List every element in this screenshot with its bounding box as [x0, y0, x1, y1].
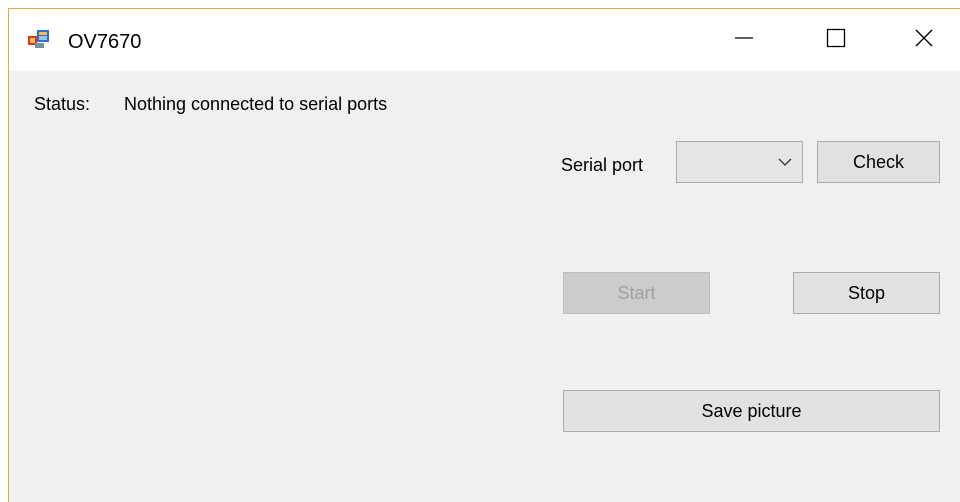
maximize-button[interactable]	[800, 9, 872, 71]
app-window: OV7670 Status: Nothing connected to seri…	[8, 8, 960, 502]
window-title: OV7670	[68, 31, 142, 53]
check-button[interactable]: Check	[817, 141, 940, 183]
status-text: Nothing connected to serial ports	[124, 94, 388, 114]
start-button[interactable]: Start	[563, 272, 710, 314]
minimize-icon	[734, 28, 754, 53]
close-icon	[914, 28, 934, 53]
title-bar[interactable]: OV7670	[9, 9, 960, 71]
close-button[interactable]	[888, 9, 960, 71]
save-picture-button[interactable]: Save picture	[563, 390, 940, 432]
minimize-button[interactable]	[708, 9, 780, 71]
serial-port-label: Serial port	[561, 155, 644, 175]
app-window-icon	[28, 29, 50, 49]
chevron-down-icon[interactable]	[778, 155, 792, 169]
stop-button[interactable]: Stop	[793, 272, 940, 314]
serial-port-dropdown[interactable]	[676, 141, 803, 183]
status-label: Status:	[34, 94, 91, 114]
maximize-icon	[826, 28, 846, 53]
